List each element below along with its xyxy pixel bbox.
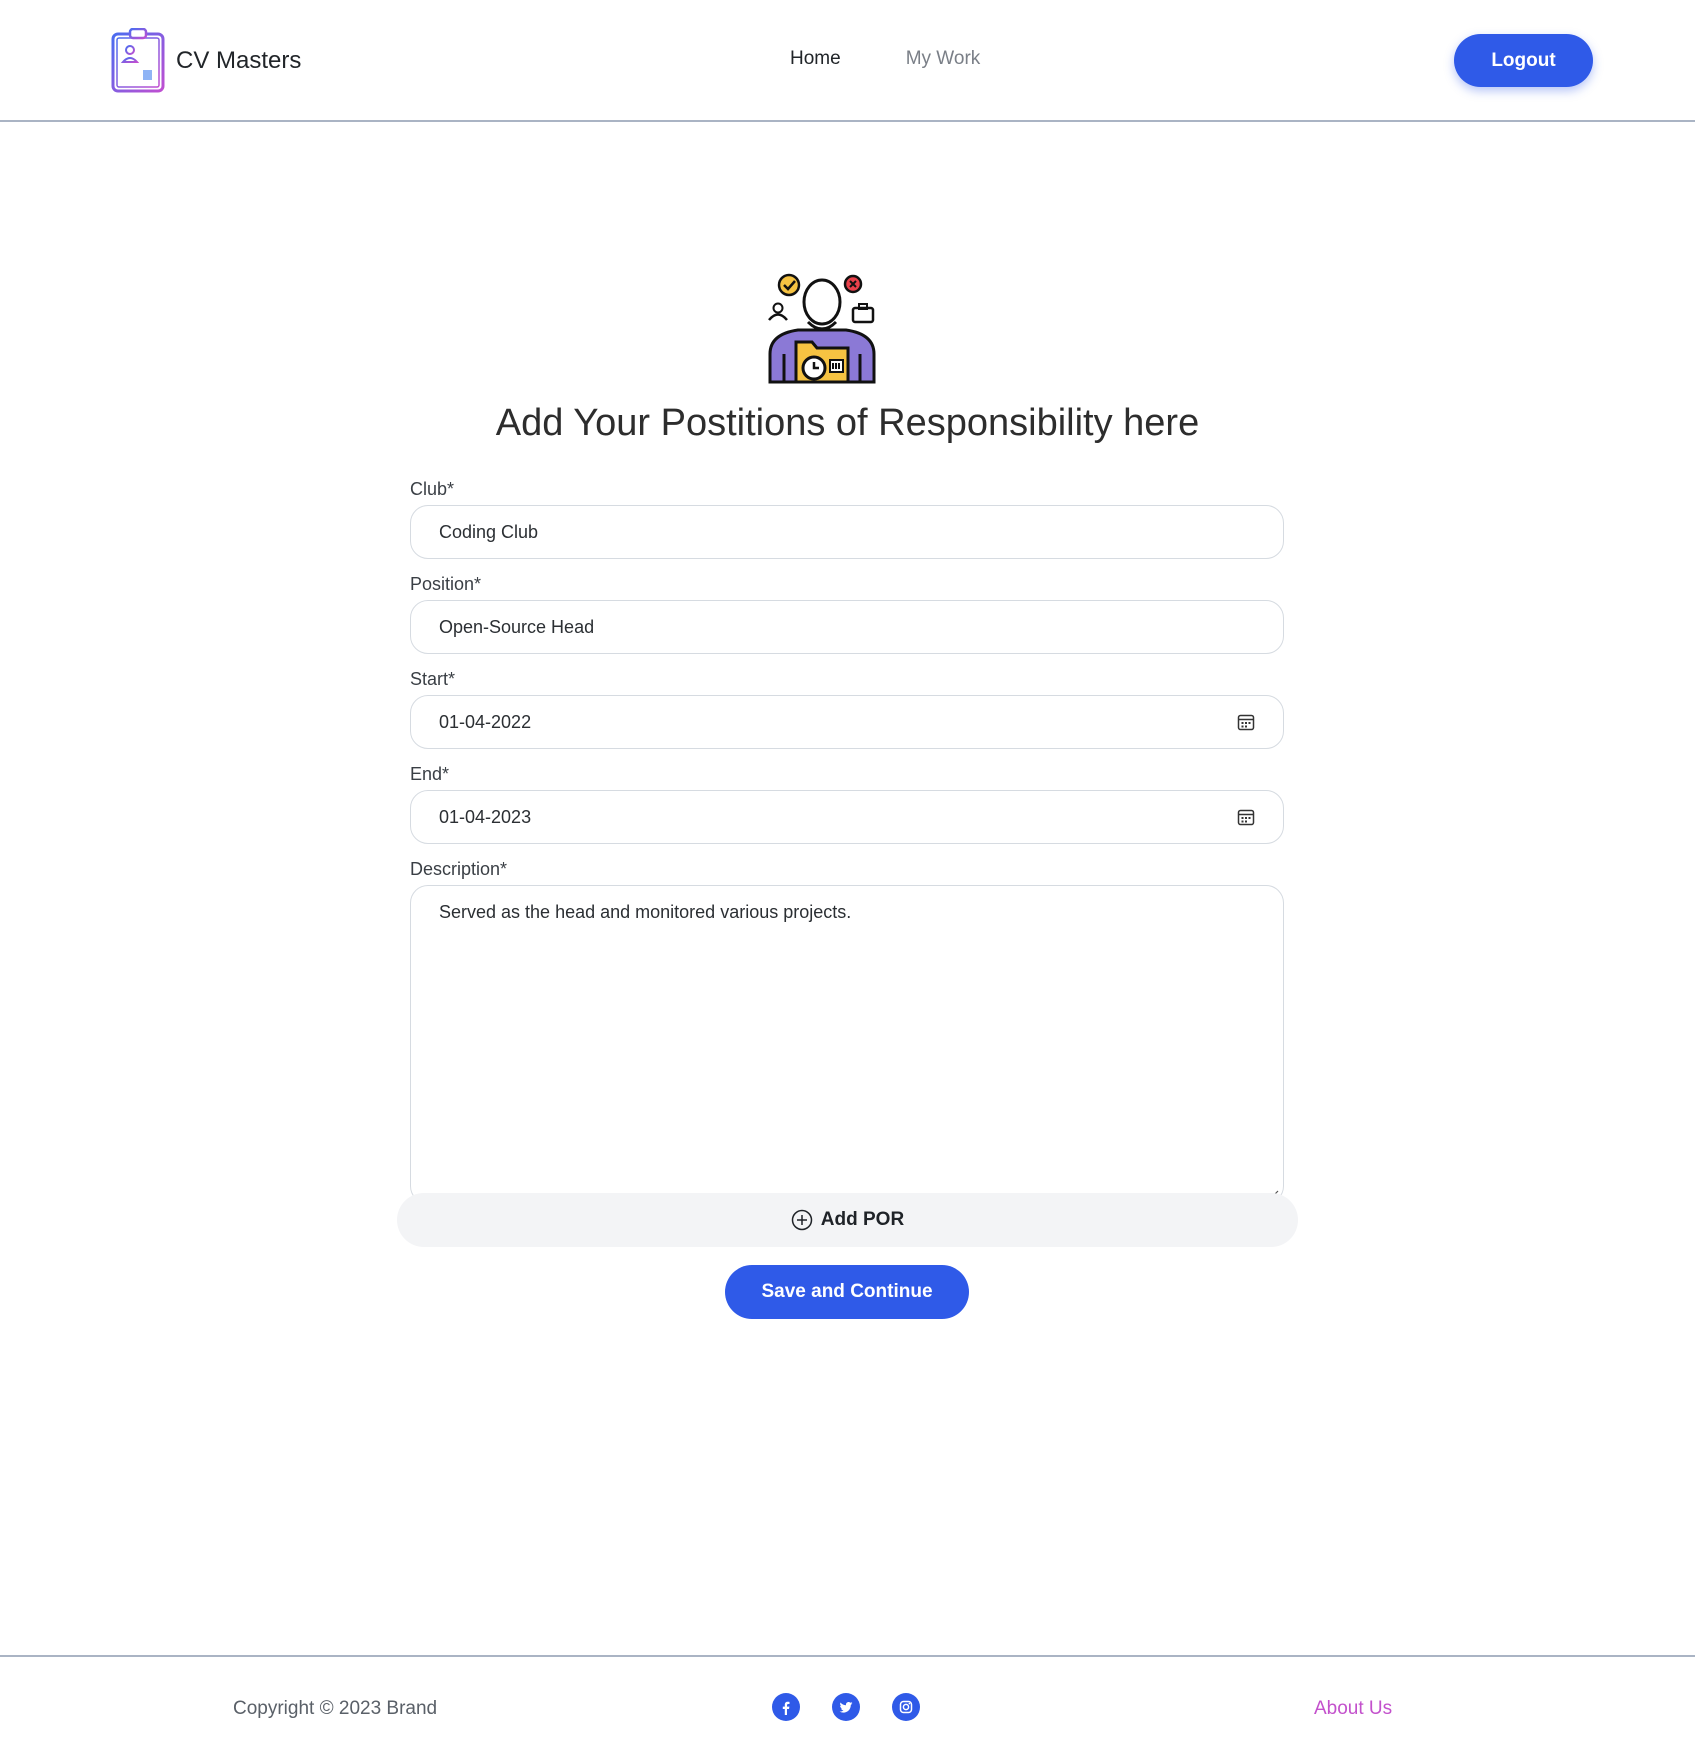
start-label: Start*: [410, 669, 456, 689]
nav-links: Home My Work: [790, 48, 980, 70]
instagram-icon[interactable]: [892, 1693, 920, 1721]
start-date-value: 01-04-2022: [439, 711, 532, 732]
social-links: [772, 1693, 920, 1721]
club-label: Club*: [410, 479, 455, 499]
cv-logo-icon: [111, 28, 165, 93]
copyright-text: Copyright © 2023 Brand: [233, 1698, 438, 1719]
plus-circle-icon: [791, 1209, 813, 1231]
end-date-input[interactable]: 01-04-2023: [410, 790, 1284, 844]
save-and-continue-button[interactable]: Save and Continue: [725, 1265, 969, 1319]
add-por-label: Add POR: [820, 1209, 905, 1230]
position-input[interactable]: Open-Source Head: [410, 600, 1284, 654]
brand-name: CV Masters: [176, 47, 302, 74]
footer: Copyright © 2023 Brand About Us: [0, 1655, 1695, 1759]
description-label: Description*: [410, 859, 508, 879]
calendar-icon[interactable]: [1237, 808, 1255, 826]
logout-button[interactable]: Logout: [1454, 34, 1593, 87]
page-title: Add Your Postitions of Responsibility he…: [495, 402, 1200, 444]
description-value: Served as the head and monitored various…: [439, 902, 852, 922]
nav-home-link[interactable]: Home: [790, 48, 841, 70]
start-date-input[interactable]: 01-04-2022: [410, 695, 1284, 749]
facebook-icon[interactable]: [772, 1693, 800, 1721]
description-textarea[interactable]: Served as the head and monitored various…: [410, 885, 1284, 1204]
club-value: Coding Club: [439, 521, 539, 542]
position-value: Open-Source Head: [439, 616, 595, 637]
nav-my-work-link[interactable]: My Work: [906, 48, 981, 70]
end-date-value: 01-04-2023: [439, 806, 532, 827]
club-input[interactable]: Coding Club: [410, 505, 1284, 559]
por-form: Club* Coding Club Position* Open-Source …: [410, 476, 1284, 1223]
position-label: Position*: [410, 574, 482, 594]
about-us-link[interactable]: About Us: [1314, 1698, 1392, 1720]
calendar-icon[interactable]: [1237, 713, 1255, 731]
brand[interactable]: CV Masters: [110, 28, 301, 94]
navbar: CV Masters Home My Work Logout: [0, 0, 1695, 122]
position-responsibility-illustration: [768, 273, 876, 384]
end-label: End*: [410, 764, 450, 784]
twitter-icon[interactable]: [832, 1693, 860, 1721]
add-por-button[interactable]: Add POR: [397, 1193, 1298, 1247]
